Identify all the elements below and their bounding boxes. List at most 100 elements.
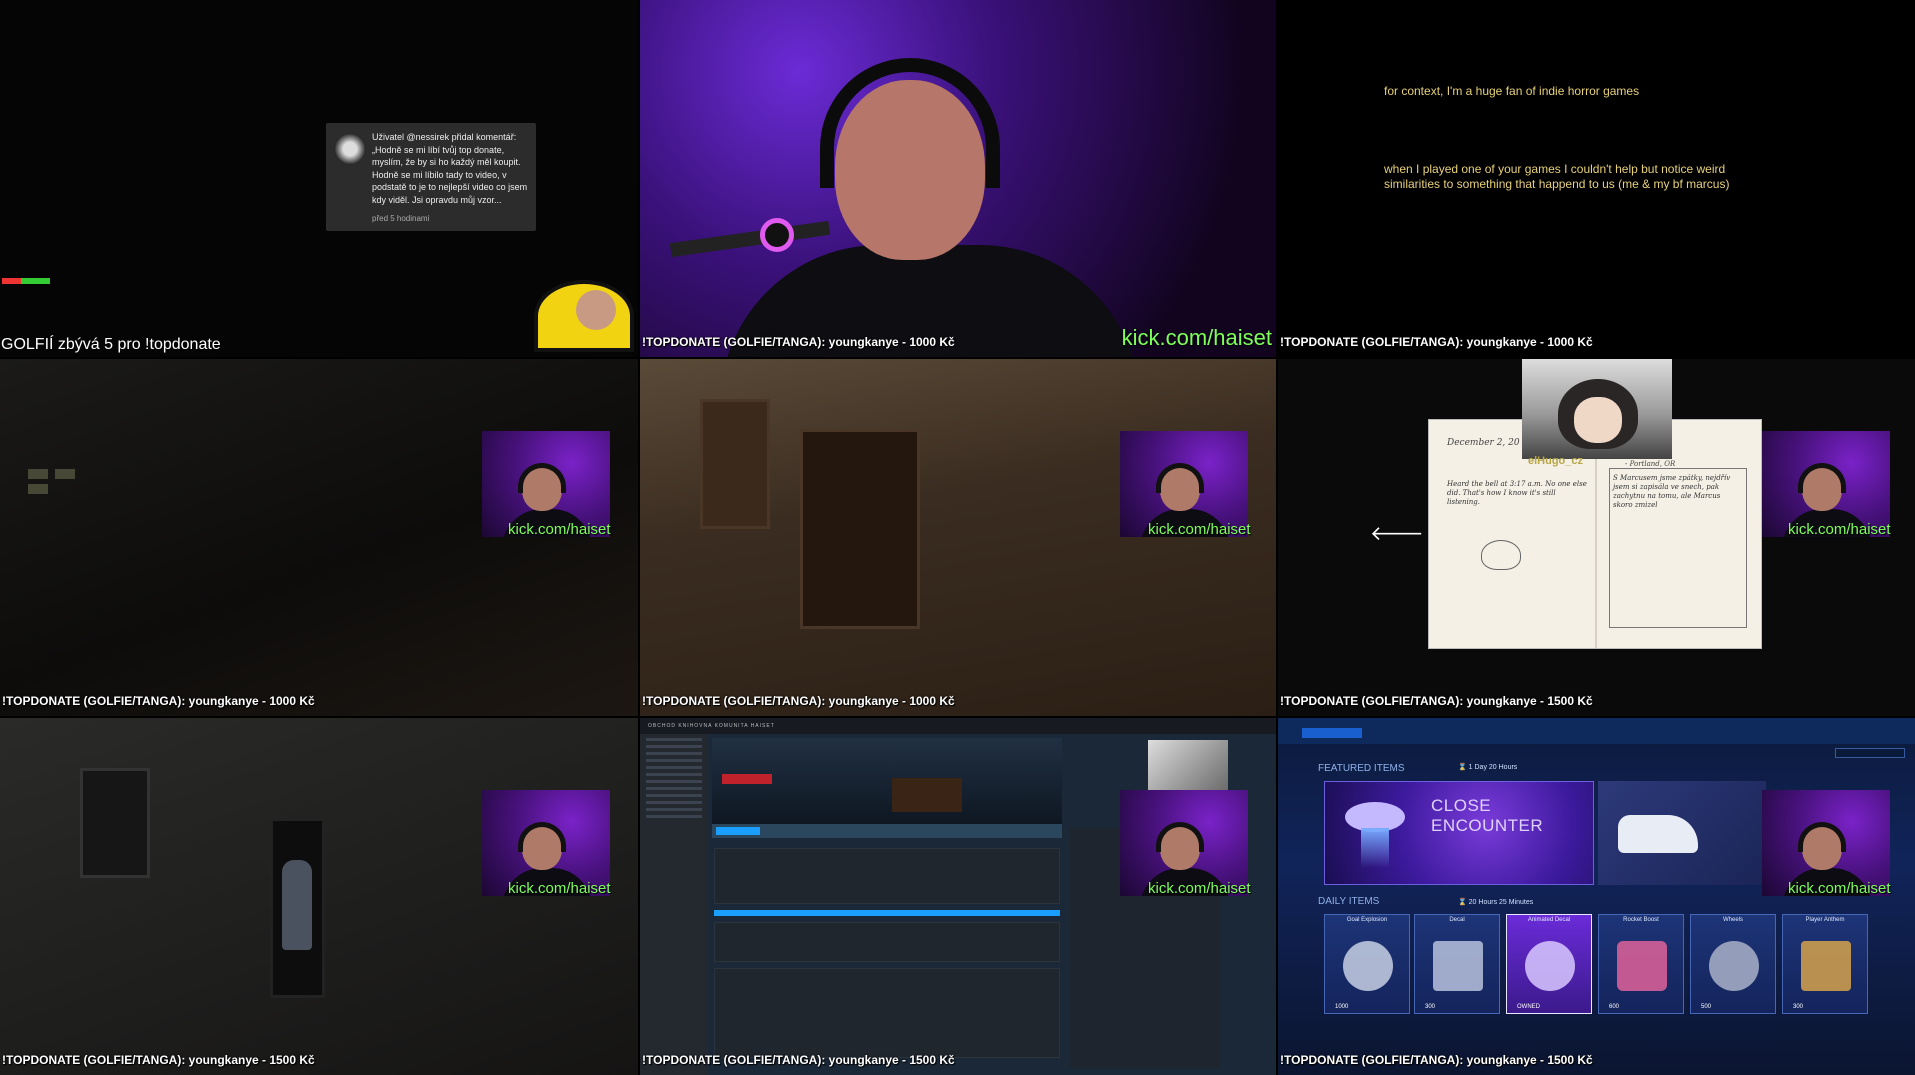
arrow-left-icon[interactable]: 🡐 xyxy=(1370,521,1424,546)
news-highlight[interactable] xyxy=(714,910,1060,916)
cell-main-webcam: !TOPDONATE (GOLFIE/TANGA): youngkanye - … xyxy=(640,0,1276,357)
anime-face xyxy=(1574,397,1622,443)
cell-steam: OBCHOD KNIHOVNA KOMUNITA HAISET kick.com… xyxy=(640,718,1276,1075)
donation-caption: !TOPDONATE (GOLFIE/TANGA): youngkanye - … xyxy=(642,694,955,708)
item-label: Decal xyxy=(1449,917,1465,923)
car-item[interactable] xyxy=(1598,781,1766,885)
activity-panel xyxy=(714,848,1060,904)
item-icon xyxy=(1801,941,1851,991)
featured-items-label: FEATURED ITEMS xyxy=(1318,763,1405,774)
library-item[interactable] xyxy=(646,752,702,755)
kick-link: kick.com/haiset xyxy=(508,521,611,538)
figure-silhouette xyxy=(282,860,312,950)
daily-item[interactable]: Wheels 500 xyxy=(1690,914,1776,1014)
shop-tabs[interactable] xyxy=(1278,718,1915,744)
kick-link: kick.com/haiset xyxy=(508,880,611,897)
stream-grid: Uživatel @nessirek přidal komentář: „Hod… xyxy=(0,0,1915,1075)
cabinet xyxy=(700,399,770,529)
item-price: 300 xyxy=(1425,1004,1436,1010)
small-badge xyxy=(2,278,50,284)
story-line-3: similarities to something that happend t… xyxy=(1384,177,1730,191)
microphone-icon xyxy=(760,218,794,252)
bee-costume-cam xyxy=(534,280,634,352)
golfie-counter-text: GOLFIÍ zbývá 5 pro !topdonate xyxy=(1,336,221,353)
item-icon xyxy=(1617,941,1667,991)
steam-topbar[interactable]: OBCHOD KNIHOVNA KOMUNITA HAISET xyxy=(640,718,1276,734)
notification-popup xyxy=(1148,740,1228,796)
close-encounter-item[interactable]: CLOSE ENCOUNTER xyxy=(1324,781,1594,885)
headphones-icon xyxy=(1156,463,1204,493)
headphones-icon xyxy=(518,822,566,852)
close-encounter-title: CLOSE ENCOUNTER xyxy=(1431,796,1544,835)
item-label: Goal Explosion xyxy=(1346,917,1388,923)
story-line-2: when I played one of your games I couldn… xyxy=(1384,162,1726,176)
library-item[interactable] xyxy=(646,773,702,776)
doorway xyxy=(800,429,920,629)
painting xyxy=(80,768,150,878)
diary-date: December 2, 20 xyxy=(1447,438,1520,448)
library-item[interactable] xyxy=(646,787,702,790)
daily-item[interactable]: Player Anthem 300 xyxy=(1782,914,1868,1014)
bee-face xyxy=(576,290,616,330)
item-price: 1000 xyxy=(1335,1004,1349,1010)
library-item[interactable] xyxy=(646,759,702,762)
daily-item[interactable]: Goal Explosion 1000 xyxy=(1324,914,1410,1014)
item-label: Wheels xyxy=(1722,917,1743,923)
support-creator-button[interactable] xyxy=(1835,748,1905,758)
game-logo xyxy=(722,774,772,784)
wheel-icon xyxy=(1709,941,1759,991)
kick-link: kick.com/haiset xyxy=(1148,880,1251,897)
item-label: Player Anthem xyxy=(1805,917,1845,923)
webcam-feed xyxy=(640,0,1276,357)
cell-game-dark: kick.com/haiset !TOPDONATE (GOLFIE/TANGA… xyxy=(0,359,638,716)
headphones-icon xyxy=(820,58,1000,188)
diary-sketch xyxy=(1481,540,1521,570)
cell-game-room: kick.com/haiset !TOPDONATE (GOLFIE/TANGA… xyxy=(640,359,1276,716)
headphones-icon xyxy=(1156,822,1204,852)
library-item[interactable] xyxy=(646,745,702,748)
donation-caption: !TOPDONATE (GOLFIE/TANGA): youngkanye - … xyxy=(2,1053,315,1067)
item-price: 500 xyxy=(1701,1004,1712,1010)
microphone-arm xyxy=(669,220,831,258)
cell-comment: Uživatel @nessirek přidal komentář: „Hod… xyxy=(0,0,638,357)
beam xyxy=(1361,828,1389,868)
donation-caption: !TOPDONATE (GOLFIE/TANGA): youngkanye - … xyxy=(1280,1053,1593,1067)
steam-library-sidebar[interactable] xyxy=(640,734,708,1075)
library-item[interactable] xyxy=(646,738,702,741)
library-item[interactable] xyxy=(646,794,702,797)
library-item[interactable] xyxy=(646,766,702,769)
window xyxy=(28,469,48,479)
item-label: Animated Decal xyxy=(1527,917,1571,923)
daily-items-label: DAILY ITEMS xyxy=(1318,896,1380,907)
library-item[interactable] xyxy=(646,815,702,818)
tab-featured-shop[interactable] xyxy=(1302,728,1362,738)
kick-link: kick.com/haiset xyxy=(1788,521,1891,538)
window xyxy=(28,484,48,494)
update-button[interactable] xyxy=(716,827,760,835)
daily-item[interactable]: Decal 300 xyxy=(1414,914,1500,1014)
headphones-icon xyxy=(1798,822,1846,852)
window xyxy=(55,469,75,479)
item-price: 300 xyxy=(1793,1004,1804,1010)
featured-timer: ⌛ 1 Day 20 Hours xyxy=(1458,764,1518,771)
donation-caption: !TOPDONATE (GOLFIE/TANGA): youngkanye - … xyxy=(1280,694,1593,708)
library-item[interactable] xyxy=(646,808,702,811)
activity-feed xyxy=(714,968,1060,1058)
cell-rocket-league-shop: FEATURED ITEMS ⌛ 1 Day 20 Hours CLOSE EN… xyxy=(1278,718,1915,1075)
item-icon xyxy=(1343,941,1393,991)
cell-diary: December 2, 20 - Portland, OR Heard the … xyxy=(1278,359,1915,716)
cell-game-hall: kick.com/haiset !TOPDONATE (GOLFIE/TANGA… xyxy=(0,718,638,1075)
headphones-icon xyxy=(518,463,566,493)
daily-item[interactable]: Animated Decal OWNED xyxy=(1506,914,1592,1014)
diary-address: - Portland, OR xyxy=(1625,460,1676,468)
update-bar xyxy=(712,824,1062,838)
daily-item[interactable]: Rocket Boost 600 xyxy=(1598,914,1684,1014)
car-icon xyxy=(1618,815,1698,853)
item-label: Rocket Boost xyxy=(1623,917,1659,923)
item-icon xyxy=(1525,941,1575,991)
cell-story-text: for context, I'm a huge fan of indie hor… xyxy=(1278,0,1915,357)
kick-link: kick.com/haiset xyxy=(1788,880,1891,897)
donation-caption: !TOPDONATE (GOLFIE/TANGA): youngkanye - … xyxy=(642,1053,955,1067)
library-item[interactable] xyxy=(646,780,702,783)
library-item[interactable] xyxy=(646,801,702,804)
